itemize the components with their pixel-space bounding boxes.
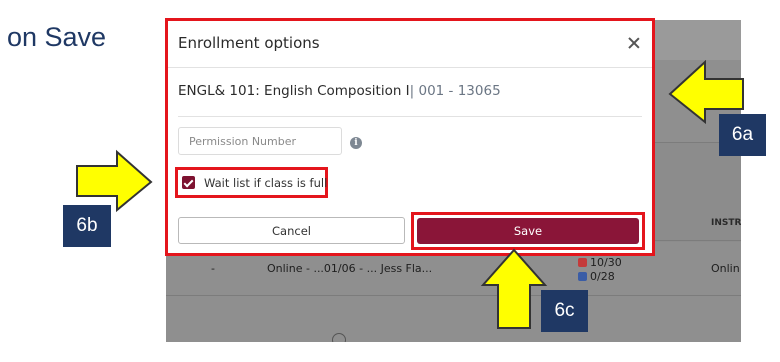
enrollment-options-dialog: Enrollment options ENGL& 101: English Co… bbox=[165, 18, 655, 256]
instruction-caption: k on Save bbox=[0, 22, 120, 53]
header-divider bbox=[168, 67, 652, 68]
step-badge-6a: 6a bbox=[719, 114, 766, 156]
seats-enrolled: 10/30 bbox=[578, 256, 622, 269]
step-badge-6b: 6b bbox=[63, 205, 111, 247]
seats-bottom-value: 0/28 bbox=[590, 270, 615, 283]
save-button[interactable]: Save bbox=[417, 218, 639, 244]
seats-top-value: 10/30 bbox=[590, 256, 622, 269]
seats-waitlist: 0/28 bbox=[578, 270, 615, 283]
permission-number-input[interactable] bbox=[178, 127, 342, 155]
background-divider bbox=[166, 295, 741, 296]
arrow-6c-icon bbox=[480, 248, 548, 329]
course-name: ENGL& 101: English Composition I bbox=[178, 83, 410, 99]
waitlist-checkbox[interactable] bbox=[182, 176, 195, 189]
waitlist-seats-icon bbox=[578, 272, 587, 281]
row-info: Online - ...01/06 - ... Jess Fla... bbox=[267, 262, 433, 275]
waitlist-highlight: Wait list if class is full bbox=[175, 167, 328, 198]
seats-icon bbox=[578, 258, 587, 267]
row-mode: Onlin bbox=[711, 262, 740, 275]
instruction-caption-text: k on Save bbox=[0, 22, 107, 52]
column-header-instructor: INSTR bbox=[711, 218, 741, 228]
waitlist-label: Wait list if class is full bbox=[204, 176, 328, 190]
step-badge-6c: 6c bbox=[541, 290, 588, 332]
course-section: | 001 - 13065 bbox=[409, 83, 501, 99]
arrow-6b-icon bbox=[76, 149, 153, 213]
close-icon[interactable] bbox=[626, 36, 642, 52]
course-divider bbox=[178, 116, 642, 117]
save-highlight: Save bbox=[411, 212, 645, 250]
info-icon[interactable]: i bbox=[350, 137, 362, 149]
course-title: ENGL& 101: English Composition I| 001 - … bbox=[178, 83, 501, 99]
cancel-button[interactable]: Cancel bbox=[178, 217, 405, 244]
row-dash: - bbox=[211, 262, 215, 275]
background-radio bbox=[332, 333, 346, 342]
dialog-title: Enrollment options bbox=[178, 34, 320, 52]
